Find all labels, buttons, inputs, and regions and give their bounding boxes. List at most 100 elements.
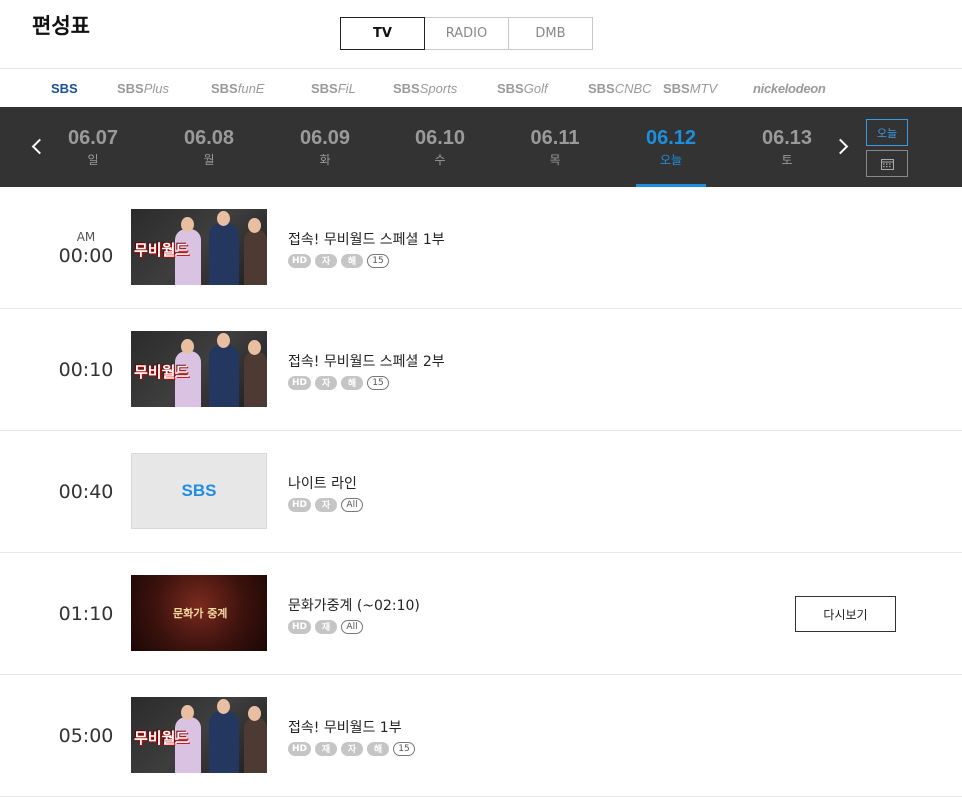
date-tab[interactable]: 06.12 오늘	[631, 107, 711, 187]
date-tab[interactable]: 06.10 수	[400, 107, 480, 187]
program-badge: 자	[341, 741, 364, 756]
program-thumbnail[interactable]: 무비월드	[131, 697, 267, 773]
host-head	[217, 333, 230, 348]
host-head	[181, 339, 194, 354]
badge-list: HD 자 해 15	[288, 375, 445, 390]
badge-list: HD 자 All	[288, 497, 367, 512]
program-badge: 자	[315, 375, 338, 390]
host-figure	[209, 711, 239, 773]
date-tab[interactable]: 06.09 화	[285, 107, 365, 187]
channel-sub: FiL	[337, 81, 356, 96]
program-time: 00:00	[58, 244, 114, 267]
thumbnail-image: 무비월드	[131, 331, 267, 407]
program-row: AM 00:00 무비월드 접속! 무비월드 스페셜 1부 HD 자 해 15	[0, 187, 962, 309]
badge-list: HD 자 해 15	[288, 253, 445, 268]
date-weekday: 토	[781, 153, 793, 167]
media-tab-tv[interactable]: TV	[340, 17, 425, 50]
date-tab[interactable]: 06.07 일	[53, 107, 133, 187]
channel-nickelodeon[interactable]: nickelodeon	[753, 69, 826, 108]
show-logo: 무비월드	[134, 242, 190, 259]
date-value: 06.10	[414, 127, 466, 149]
date-weekday: 오늘	[659, 153, 683, 167]
thumbnail-image: 무비월드	[131, 697, 267, 773]
time-block: 05:00	[50, 675, 122, 797]
program-badge: HD	[288, 741, 312, 756]
host-figure	[244, 351, 267, 407]
sbs-logo: SBS	[131, 453, 267, 529]
program-title[interactable]: 접속! 무비월드 스페셜 1부	[288, 229, 445, 249]
program-badge: 해	[341, 253, 364, 268]
channel-sub: MTV	[689, 81, 718, 96]
program-badge: All	[341, 619, 364, 634]
program-badge: 재	[315, 741, 338, 756]
channel-name: SBS	[311, 81, 338, 96]
channel-mtv[interactable]: SBS MTV	[663, 69, 717, 108]
date-tab[interactable]: 06.13 토	[747, 107, 827, 187]
media-tab-dmb[interactable]: DMB	[508, 17, 593, 50]
program-thumbnail[interactable]: 무비월드	[131, 209, 267, 285]
next-week-arrow-icon[interactable]	[832, 131, 852, 161]
prev-week-arrow-icon[interactable]	[27, 131, 47, 161]
program-info: 문화가중계 (~02:10) HD 재 All	[288, 553, 420, 675]
thumbnail-image: 문화가 중계	[131, 575, 267, 651]
show-logo: 문화가 중계	[173, 607, 228, 620]
host-head	[248, 706, 261, 721]
thumbnail-image: 무비월드	[131, 209, 267, 285]
program-info: 나이트 라인 HD 자 All	[288, 431, 367, 553]
channel-sub: Sports	[419, 81, 458, 96]
date-value: 06.08	[183, 127, 235, 149]
page-title: 편성표	[32, 14, 90, 38]
program-badge: 해	[341, 375, 364, 390]
program-info: 접속! 무비월드 1부 HD 재 자 해 15	[288, 675, 419, 797]
program-badge: HD	[288, 253, 312, 268]
program-thumbnail[interactable]: SBS	[131, 453, 267, 529]
program-badge: All	[341, 497, 364, 512]
program-title[interactable]: 접속! 무비월드 스페셜 2부	[288, 351, 445, 371]
time-block: 00:10	[50, 309, 122, 431]
date-tab[interactable]: 06.08 월	[169, 107, 249, 187]
program-badge: 15	[367, 253, 390, 268]
date-value: 06.07	[67, 127, 119, 149]
program-badge: 해	[367, 741, 390, 756]
program-title[interactable]: 나이트 라인	[288, 473, 367, 493]
program-row: 05:00 무비월드 접속! 무비월드 1부 HD 재 자 해 15	[0, 675, 962, 797]
program-time: 01:10	[58, 603, 114, 625]
show-logo: 무비월드	[134, 364, 190, 381]
program-info: 접속! 무비월드 스페셜 1부 HD 자 해 15	[288, 187, 445, 309]
badge-list: HD 재 자 해 15	[288, 741, 419, 756]
badge-list: HD 재 All	[288, 619, 420, 634]
host-head	[217, 699, 230, 714]
calendar-button[interactable]	[866, 150, 908, 177]
replay-button[interactable]: 다시보기	[795, 596, 896, 632]
media-tab-radio[interactable]: RADIO	[424, 17, 509, 50]
date-value: 06.12	[645, 127, 697, 149]
channel-name: nickelodeon	[753, 81, 826, 96]
channel-golf[interactable]: SBS Golf	[497, 69, 548, 108]
channel-fil[interactable]: SBS FiL	[311, 69, 356, 108]
date-weekday: 목	[549, 153, 561, 167]
program-badge: 15	[393, 741, 416, 756]
program-row: 00:10 무비월드 접속! 무비월드 스페셜 2부 HD 자 해 15	[0, 309, 962, 431]
channel-name: SBS	[51, 81, 78, 96]
date-tab[interactable]: 06.11 목	[515, 107, 595, 187]
channel-sports[interactable]: SBS Sports	[393, 69, 457, 108]
program-time: 00:10	[58, 359, 114, 381]
program-title[interactable]: 문화가중계 (~02:10)	[288, 595, 420, 615]
program-thumbnail[interactable]: 무비월드	[131, 331, 267, 407]
program-time: 00:40	[58, 481, 114, 503]
date-bar: 06.07 일 06.08 월 06.09 화 06.10 수 06.11 목 06.12 오늘 06.…	[0, 107, 962, 187]
date-weekday: 월	[203, 153, 215, 167]
today-button[interactable]: 오늘	[866, 119, 908, 146]
program-thumbnail[interactable]: 문화가 중계	[131, 575, 267, 651]
date-value: 06.13	[761, 127, 813, 149]
channel-name: SBS	[497, 81, 524, 96]
date-value: 06.09	[299, 127, 351, 149]
channel-sbs[interactable]: SBS	[51, 69, 78, 108]
program-badge: HD	[288, 375, 312, 390]
channel-name: SBS	[117, 81, 144, 96]
channel-cnbc[interactable]: SBS CNBC	[588, 69, 652, 108]
channel-fune[interactable]: SBS funE	[211, 69, 264, 108]
channel-plus[interactable]: SBS Plus	[117, 69, 169, 108]
program-title[interactable]: 접속! 무비월드 1부	[288, 717, 419, 737]
host-figure	[244, 717, 267, 773]
